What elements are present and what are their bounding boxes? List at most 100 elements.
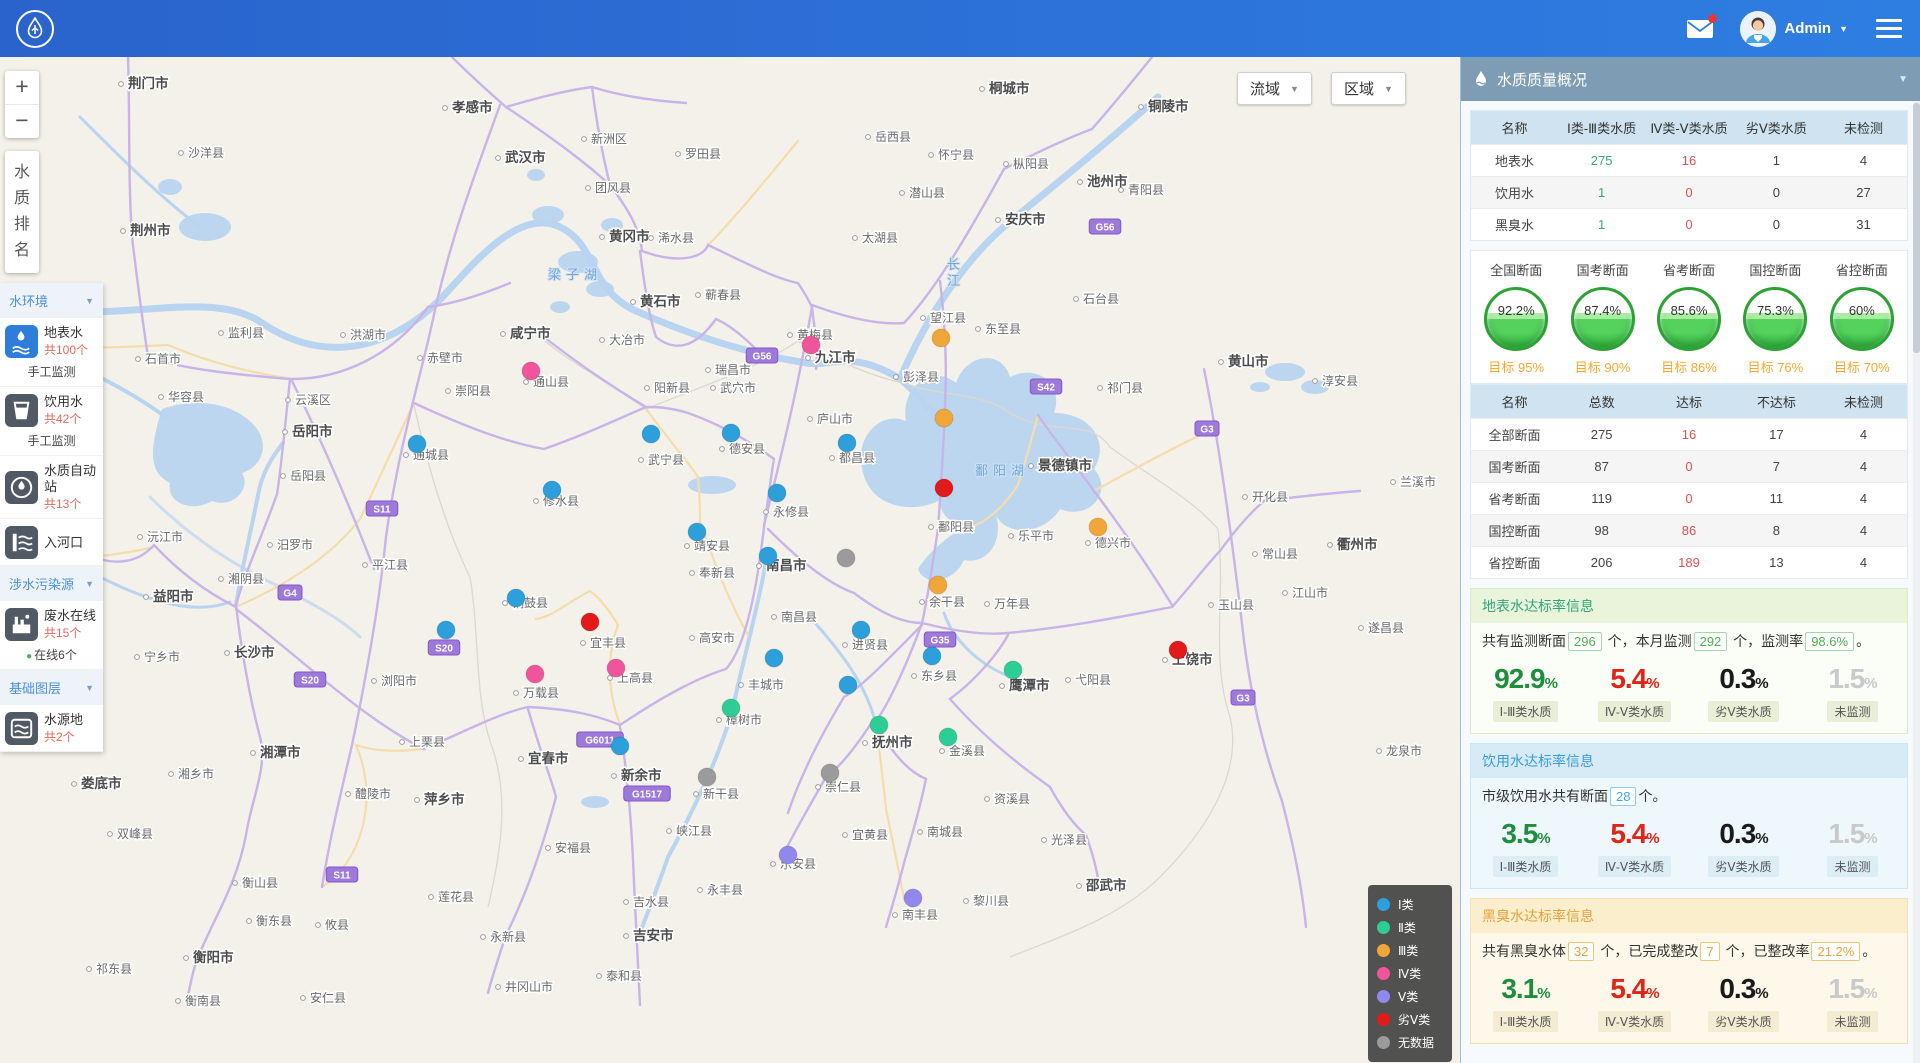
city-label: 龙泉市 xyxy=(1386,743,1422,758)
station-dot[interactable] xyxy=(870,716,888,734)
station-dot[interactable] xyxy=(839,676,857,694)
city-label: 衡南县 xyxy=(185,993,221,1008)
station-dot[interactable] xyxy=(688,523,706,541)
station-dot[interactable] xyxy=(607,659,625,677)
layer-item-count: 共100个 xyxy=(44,341,88,358)
station-dot[interactable] xyxy=(437,621,455,639)
table-cell: 0 xyxy=(1733,209,1820,241)
gauge-label: 国控断面 xyxy=(1732,260,1818,279)
station-dot[interactable] xyxy=(935,409,953,427)
station-dot[interactable] xyxy=(722,424,740,442)
user-menu[interactable]: Admin ▼ xyxy=(1740,11,1848,47)
station-dot[interactable] xyxy=(852,621,870,639)
region-filter-dropdown[interactable]: 区域 ▼ xyxy=(1331,72,1406,105)
legend-label: Ⅰ类 xyxy=(1398,896,1414,913)
station-dot[interactable] xyxy=(522,362,540,380)
road-shield-label: G56 xyxy=(1096,223,1115,234)
city-label: 赤壁市 xyxy=(427,350,463,365)
city-marker xyxy=(1328,543,1333,548)
legend-dot xyxy=(1377,967,1390,980)
table-body: 地表水2751614饮用水10027黑臭水10031 xyxy=(1471,145,1908,241)
basin-filter-dropdown[interactable]: 流域 ▼ xyxy=(1237,72,1312,105)
city-marker xyxy=(976,327,981,332)
rate-stat: 0.3%劣Ⅴ类水质 xyxy=(1689,818,1798,877)
station-dot[interactable] xyxy=(581,613,599,631)
zoom-in-button[interactable]: + xyxy=(5,71,39,105)
layer-item-text: 水源地共2个 xyxy=(44,712,83,745)
station-dot[interactable] xyxy=(768,484,786,502)
city-label: 团风县 xyxy=(595,181,631,195)
city-label: 湘乡市 xyxy=(178,766,214,781)
station-dot[interactable] xyxy=(1169,641,1187,659)
station-dot[interactable] xyxy=(935,479,953,497)
station-dot[interactable] xyxy=(408,435,426,453)
rate-stat-label: Ⅳ-Ⅴ类水质 xyxy=(1598,701,1671,722)
mail-icon[interactable] xyxy=(1686,18,1714,40)
station-dot[interactable] xyxy=(526,665,544,683)
station-dot[interactable] xyxy=(1004,661,1022,679)
station-dot[interactable] xyxy=(932,329,950,347)
legend-item: 劣Ⅴ类 xyxy=(1377,1008,1443,1031)
station-dot[interactable] xyxy=(904,889,922,907)
station-dot[interactable] xyxy=(611,737,629,755)
station-dot[interactable] xyxy=(765,649,783,667)
station-dot[interactable] xyxy=(759,547,777,565)
table-cell: 0 xyxy=(1645,483,1732,515)
station-dot[interactable] xyxy=(923,647,941,665)
layer-item-row: 水质自动站共13个 xyxy=(5,463,98,512)
water-quality-ranking-button[interactable]: 水质排名 xyxy=(5,151,39,273)
layer-section-header[interactable]: 基础图层▼ xyxy=(0,670,103,705)
layer-item[interactable]: 饮用水共42个手工监测 xyxy=(0,387,103,456)
chevron-down-icon: ▼ xyxy=(85,683,94,693)
menu-icon[interactable] xyxy=(1874,15,1904,42)
scrollbar[interactable] xyxy=(1913,101,1920,1063)
station-dot[interactable] xyxy=(543,481,561,499)
gauge-target: 目标 70% xyxy=(1819,357,1905,376)
city-label: 黄山市 xyxy=(1228,353,1269,369)
station-dot[interactable] xyxy=(821,764,839,782)
city-marker xyxy=(415,798,420,803)
map-canvas[interactable]: 荆门市沙洋县荆州市监利县洪湖市石首市华容县云溪区岳阳市岳阳县汨罗市平江县湘阴县沅… xyxy=(0,57,1460,1063)
layer-item[interactable]: 水质自动站共13个 xyxy=(0,456,103,519)
city-marker xyxy=(341,333,346,338)
city-marker xyxy=(639,458,644,463)
city-label: 荆州市 xyxy=(130,222,171,238)
station-dot[interactable] xyxy=(939,728,957,746)
city-marker xyxy=(806,356,811,361)
chevron-down-icon: ▼ xyxy=(85,579,94,589)
app-logo-icon[interactable] xyxy=(16,10,54,48)
legend-item: Ⅴ类 xyxy=(1377,985,1443,1008)
city-marker xyxy=(1139,105,1144,110)
city-label: 萍乡市 xyxy=(424,791,465,807)
station-dot[interactable] xyxy=(838,434,856,452)
layer-section-header[interactable]: 涉水污染源▼ xyxy=(0,566,103,601)
layer-item[interactable]: 废水在线共15个●在线6个 xyxy=(0,601,103,670)
station-dot[interactable] xyxy=(642,425,660,443)
city-marker xyxy=(372,679,377,684)
rate-stat: 3.5%Ⅰ-Ⅲ类水质 xyxy=(1471,818,1580,877)
layer-item[interactable]: 水源地共2个 xyxy=(0,705,103,752)
station-dot[interactable] xyxy=(1089,518,1107,536)
ranking-char: 排 xyxy=(5,212,39,238)
station-dot[interactable] xyxy=(722,699,740,717)
column-header: 未检测 xyxy=(1820,385,1907,419)
station-dot[interactable] xyxy=(837,549,855,567)
station-dot[interactable] xyxy=(802,336,820,354)
station-dot[interactable] xyxy=(929,576,947,594)
layer-item[interactable]: 地表水共100个手工监测 xyxy=(0,318,103,387)
station-dot[interactable] xyxy=(507,589,525,607)
scrollbar-thumb[interactable] xyxy=(1913,103,1920,353)
city-label: 资溪县 xyxy=(994,792,1030,806)
station-dot[interactable] xyxy=(779,846,797,864)
table-header-row: 名称总数达标不达标未检测 xyxy=(1471,385,1908,419)
layer-section-header[interactable]: 水环境▼ xyxy=(0,283,103,318)
right-panel: 水质质量概况 ▼ 名称Ⅰ类-Ⅲ类水质Ⅳ类-Ⅴ类水质劣Ⅴ类水质未检测地表水2751… xyxy=(1460,57,1920,1063)
city-label: 云溪区 xyxy=(295,393,331,407)
avatar xyxy=(1740,11,1776,47)
city-label: 武汉市 xyxy=(505,149,546,165)
collapse-icon[interactable]: ▼ xyxy=(1898,74,1908,85)
gauge-target: 目标 76% xyxy=(1732,357,1818,376)
zoom-out-button[interactable]: − xyxy=(5,105,39,138)
station-dot[interactable] xyxy=(698,768,716,786)
layer-item[interactable]: 入河口 xyxy=(0,519,103,566)
